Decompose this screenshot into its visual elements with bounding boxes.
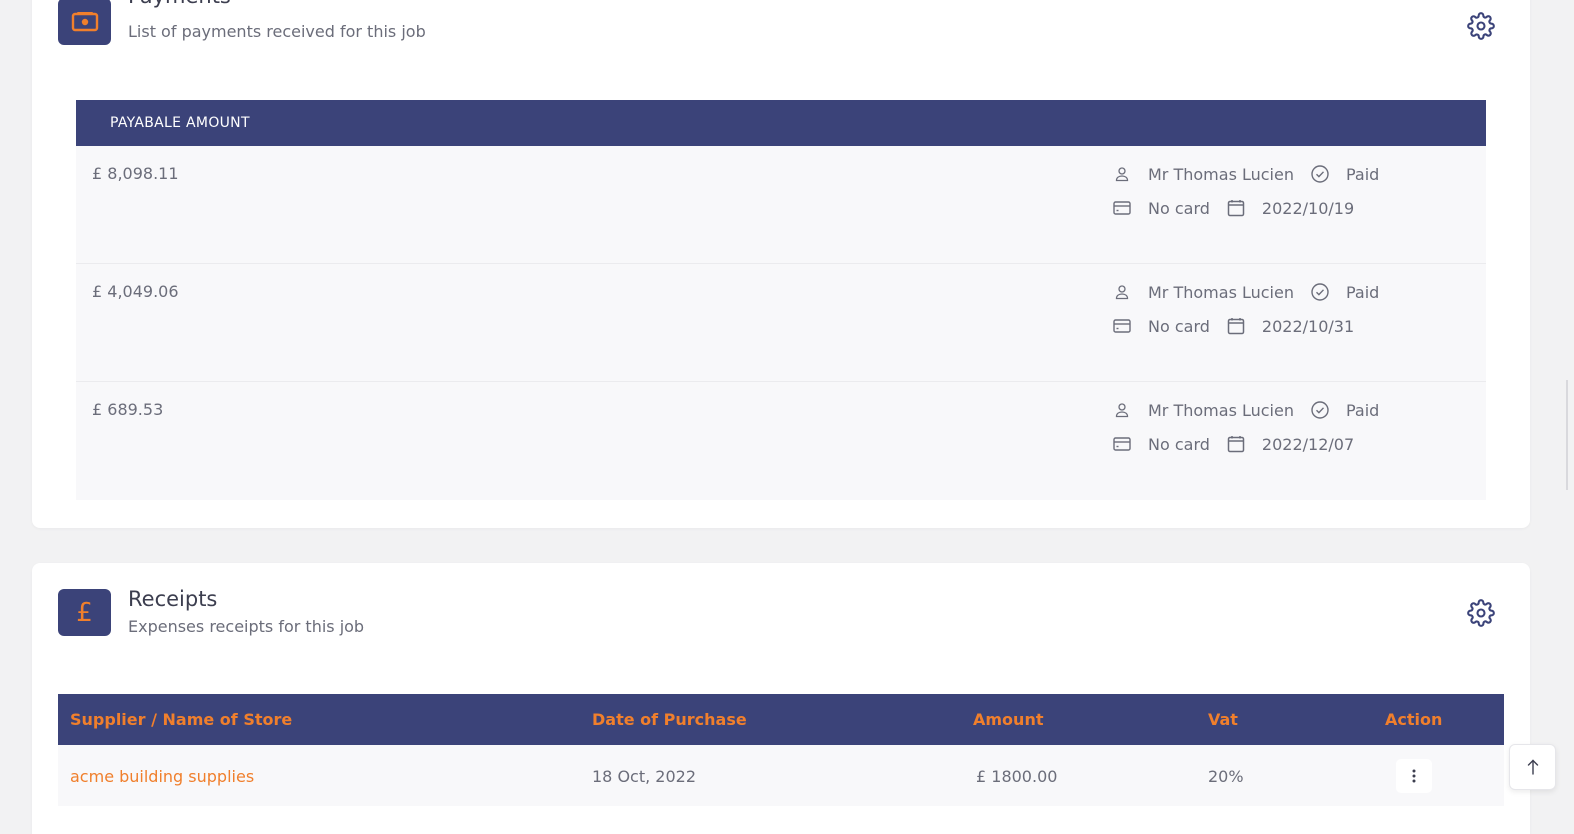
- payment-amount: £ 8,098.11: [92, 164, 179, 183]
- payment-meta-customer: Mr Thomas Lucien Paid: [1112, 162, 1379, 186]
- col-vat: Vat: [1208, 710, 1238, 729]
- payment-card: No card: [1148, 434, 1210, 454]
- pound-glyph: £: [76, 597, 93, 628]
- payment-customer: Mr Thomas Lucien: [1148, 400, 1294, 420]
- gear-icon: [1467, 599, 1495, 627]
- payment-meta-card: No card 2022/10/19: [1112, 196, 1354, 220]
- arrow-up-icon: [1527, 759, 1538, 775]
- table-row: acme building supplies 18 Oct, 2022 £ 18…: [58, 745, 1504, 806]
- payments-title: Payments: [128, 0, 231, 8]
- payment-status: Paid: [1345, 164, 1380, 184]
- credit-card-icon: [1112, 198, 1132, 218]
- scroll-to-top-button[interactable]: [1509, 744, 1556, 790]
- check-circle-icon: [1310, 164, 1330, 184]
- receipts-title: Receipts: [128, 587, 218, 611]
- receipt-date: 18 Oct, 2022: [592, 767, 696, 786]
- payments-settings-button[interactable]: [1466, 11, 1496, 41]
- payment-meta-card: No card 2022/12/07: [1112, 432, 1354, 456]
- payment-row: £ 4,049.06 Mr Thomas Lucien Paid No card: [76, 264, 1486, 382]
- payment-row: £ 689.53 Mr Thomas Lucien Paid No card 2…: [76, 382, 1486, 500]
- payment-meta-customer: Mr Thomas Lucien Paid: [1112, 280, 1379, 304]
- user-icon: [1112, 164, 1132, 184]
- page-scrollbar[interactable]: [1566, 380, 1568, 490]
- payments-card: Payments List of payments received for t…: [32, 0, 1530, 528]
- receipts-subtitle: Expenses receipts for this job: [128, 617, 365, 636]
- calendar-icon: [1226, 198, 1246, 218]
- payment-card: No card: [1148, 316, 1210, 336]
- payment-date: 2022/10/31: [1261, 316, 1355, 336]
- gear-icon: [1467, 12, 1495, 40]
- money-icon: [58, 0, 111, 45]
- payment-date: 2022/10/19: [1261, 198, 1355, 218]
- kebab-menu-icon: [1412, 769, 1416, 783]
- receipt-action-button[interactable]: [1396, 759, 1432, 793]
- calendar-icon: [1226, 316, 1246, 336]
- payments-subtitle: List of payments received for this job: [128, 22, 426, 41]
- payment-meta-card: No card 2022/10/31: [1112, 314, 1354, 338]
- receipt-supplier-link[interactable]: acme building supplies: [70, 767, 254, 786]
- payable-amount-header: PAYABALE AMOUNT: [76, 100, 1486, 146]
- credit-card-icon: [1112, 434, 1132, 454]
- credit-card-icon: [1112, 316, 1132, 336]
- payment-meta-customer: Mr Thomas Lucien Paid: [1112, 398, 1379, 422]
- receipt-vat: 20%: [1208, 767, 1244, 786]
- receipt-amount: £ 1800.00: [976, 767, 1058, 786]
- payment-status: Paid: [1345, 400, 1380, 420]
- col-supplier: Supplier / Name of Store: [70, 710, 293, 729]
- payment-customer: Mr Thomas Lucien: [1148, 282, 1294, 302]
- col-date: Date of Purchase: [592, 710, 747, 729]
- receipts-table-header: Supplier / Name of Store Date of Purchas…: [58, 694, 1504, 745]
- payment-amount: £ 4,049.06: [92, 282, 179, 301]
- receipts-settings-button[interactable]: [1466, 598, 1496, 628]
- payment-date: 2022/12/07: [1261, 434, 1355, 454]
- calendar-icon: [1226, 434, 1246, 454]
- receipts-card: £ Receipts Expenses receipts for this jo…: [32, 563, 1530, 834]
- user-icon: [1112, 400, 1132, 420]
- payment-row: £ 8,098.11 Mr Thomas Lucien Paid No card: [76, 146, 1486, 264]
- pound-icon: £: [58, 589, 111, 636]
- payment-card: No card: [1148, 198, 1210, 218]
- user-icon: [1112, 282, 1132, 302]
- col-action: Action: [1385, 710, 1443, 729]
- receipts-header: £ Receipts Expenses receipts for this jo…: [58, 587, 1504, 649]
- payment-status: Paid: [1345, 282, 1380, 302]
- col-amount: Amount: [973, 710, 1044, 729]
- payments-header: Payments List of payments received for t…: [58, 0, 1504, 58]
- payment-customer: Mr Thomas Lucien: [1148, 164, 1294, 184]
- check-circle-icon: [1310, 400, 1330, 420]
- check-circle-icon: [1310, 282, 1330, 302]
- payment-amount: £ 689.53: [92, 400, 164, 419]
